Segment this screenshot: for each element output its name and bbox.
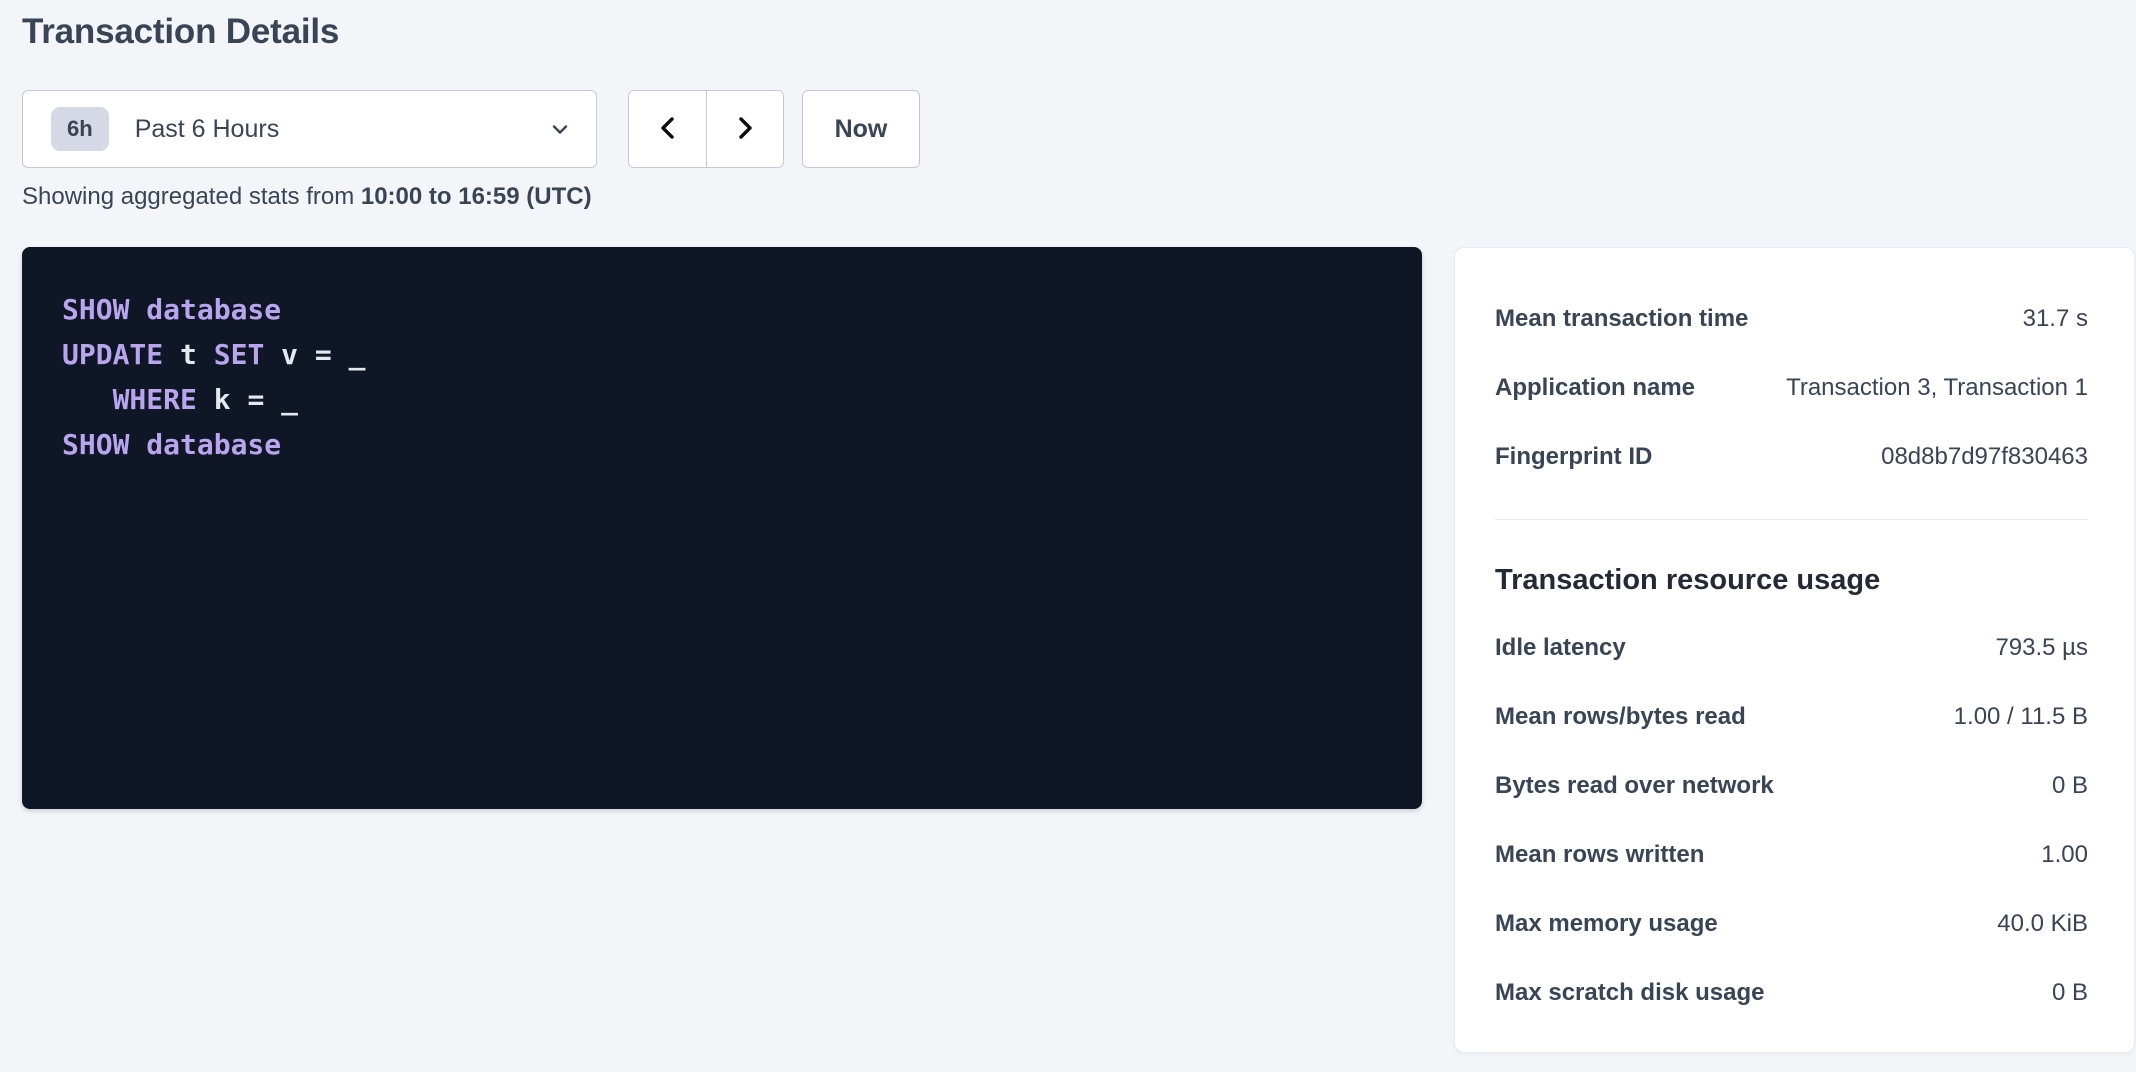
page-title: Transaction Details <box>22 12 339 52</box>
stat-label: Idle latency <box>1495 634 1626 662</box>
stat-value: 1.00 <box>2041 841 2088 869</box>
stat-value: 40.0 KiB <box>1997 910 2088 938</box>
stat-label: Max memory usage <box>1495 910 1718 938</box>
chevron-down-icon <box>548 117 572 141</box>
code-token: UPDATE <box>62 338 163 371</box>
stat-row-fingerprint-id: Fingerprint ID 08d8b7d97f830463 <box>1495 422 2088 491</box>
time-window-dropdown[interactable]: 6h Past 6 Hours <box>22 90 597 168</box>
code-token: t <box>163 338 214 371</box>
next-time-window-button[interactable] <box>706 91 783 167</box>
chevron-left-icon <box>653 113 683 146</box>
divider <box>1495 519 2088 520</box>
code-token: SHOW database <box>62 428 281 461</box>
stat-value: 08d8b7d97f830463 <box>1881 443 2088 471</box>
stat-row-application-name: Application name Transaction 3, Transact… <box>1495 353 2088 422</box>
sql-line: WHERE k = _ <box>62 377 1382 422</box>
time-controls: 6h Past 6 Hours <box>22 90 920 168</box>
sql-statement-box: SHOW database UPDATE t SET v = _ WHERE k… <box>22 247 1422 809</box>
transaction-details-page: Transaction Details 6h Past 6 Hours <box>0 0 2136 1072</box>
aggregation-range-prefix: Showing aggregated stats from <box>22 183 361 210</box>
stat-label: Max scratch disk usage <box>1495 979 1764 1007</box>
stat-row-max-scratch-disk-usage: Max scratch disk usage 0 B <box>1495 958 2088 1027</box>
sql-line: UPDATE t SET v = _ <box>62 332 1382 377</box>
stat-row-idle-latency: Idle latency 793.5 µs <box>1495 613 2088 682</box>
stat-label: Application name <box>1495 374 1695 402</box>
sql-line: SHOW database <box>62 287 1382 332</box>
now-button[interactable]: Now <box>802 90 920 168</box>
stat-label: Mean transaction time <box>1495 305 1748 333</box>
stat-row-mean-rows-written: Mean rows written 1.00 <box>1495 820 2088 889</box>
stat-row-max-memory-usage: Max memory usage 40.0 KiB <box>1495 889 2088 958</box>
stat-row-bytes-read-over-network: Bytes read over network 0 B <box>1495 751 2088 820</box>
stat-value: Transaction 3, Transaction 1 <box>1786 374 2088 402</box>
time-window-stepper <box>628 90 784 168</box>
code-token: v = _ <box>264 338 365 371</box>
stat-label: Bytes read over network <box>1495 772 1774 800</box>
aggregation-range-text: Showing aggregated stats from 10:00 to 1… <box>22 183 592 211</box>
code-token: SHOW database <box>62 293 281 326</box>
aggregation-range-value: 10:00 to 16:59 (UTC) <box>361 183 592 210</box>
stat-label: Fingerprint ID <box>1495 443 1652 471</box>
prev-time-window-button[interactable] <box>629 91 706 167</box>
code-token: SET <box>214 338 265 371</box>
stat-label: Mean rows/bytes read <box>1495 703 1746 731</box>
stat-value: 1.00 / 11.5 B <box>1954 703 2088 731</box>
stat-value: 0 B <box>2052 979 2088 1007</box>
code-token: k = _ <box>197 383 298 416</box>
stat-value: 793.5 µs <box>1995 634 2088 662</box>
resource-usage-heading: Transaction resource usage <box>1495 548 2088 613</box>
transaction-stats-card: Mean transaction time 31.7 s Application… <box>1454 247 2135 1053</box>
chevron-right-icon <box>730 113 760 146</box>
sql-line: SHOW database <box>62 422 1382 467</box>
stat-row-mean-rows-bytes-read: Mean rows/bytes read 1.00 / 11.5 B <box>1495 682 2088 751</box>
code-token: WHERE <box>113 383 197 416</box>
stat-row-mean-transaction-time: Mean transaction time 31.7 s <box>1495 284 2088 353</box>
time-window-badge: 6h <box>51 107 109 151</box>
time-window-label: Past 6 Hours <box>135 115 548 144</box>
stat-value: 0 B <box>2052 772 2088 800</box>
stat-label: Mean rows written <box>1495 841 1704 869</box>
code-token <box>62 383 113 416</box>
stat-value: 31.7 s <box>2023 305 2088 333</box>
